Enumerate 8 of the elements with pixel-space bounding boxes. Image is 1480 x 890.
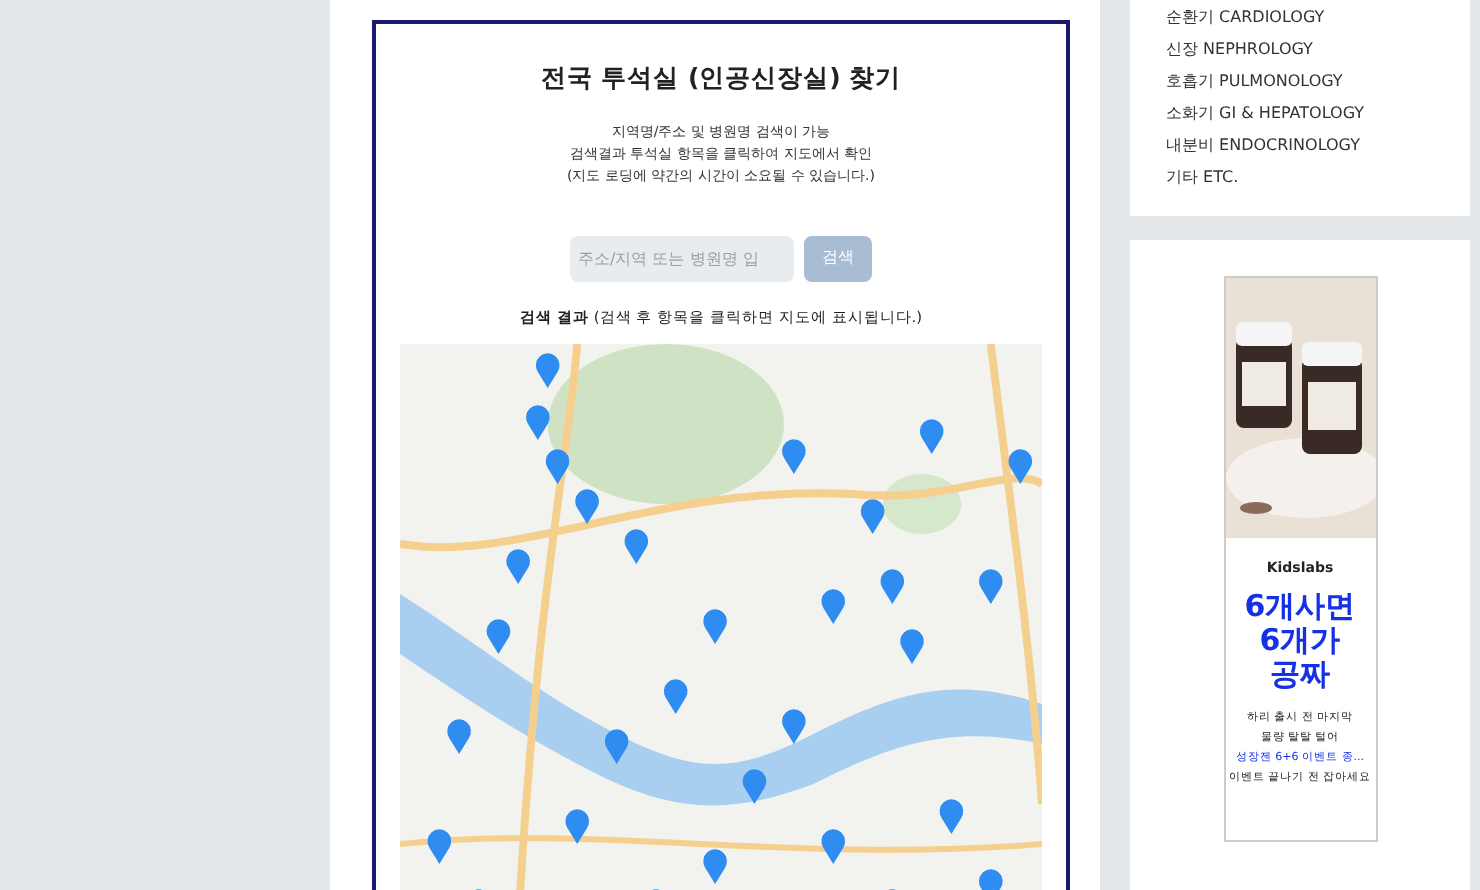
category-link[interactable]: 호흡기 PULMONOLOGY [1166,66,1450,98]
category-link[interactable]: 순환기 CARDIOLOGY [1166,2,1450,34]
category-link[interactable]: 신장 NEPHROLOGY [1166,34,1450,66]
category-link[interactable]: 내분비 ENDOCRINOLOGY [1166,130,1450,162]
category-link[interactable]: 소화기 GI & HEPATOLOGY [1166,98,1450,130]
category-link[interactable]: 기타 ETC. [1166,162,1450,194]
ad-headline: 6개사면 6개가 공짜 [1244,589,1356,691]
page-title: 전국 투석실 (인공신장실) 찾기 [538,60,904,96]
